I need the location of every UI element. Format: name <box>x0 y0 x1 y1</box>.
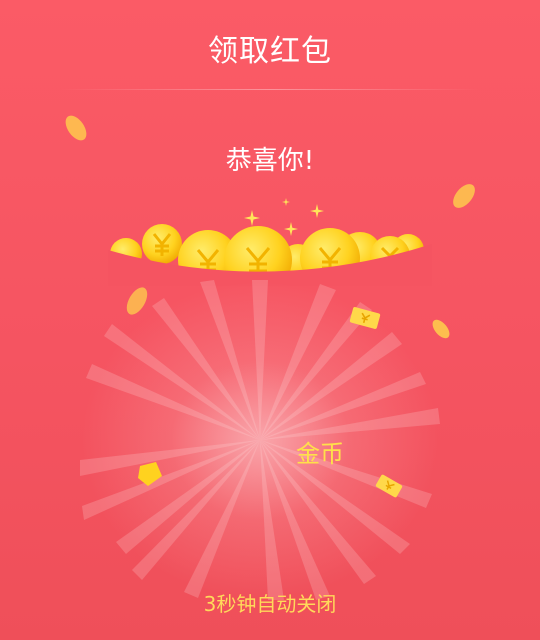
falling-money-note-icon <box>349 307 381 329</box>
coin-pile-icon <box>108 224 432 286</box>
falling-money-note-icon <box>375 474 403 498</box>
header-divider <box>60 89 480 90</box>
light-rays <box>80 280 440 600</box>
page-title: 领取红包 <box>208 34 332 69</box>
falling-coin-icon <box>126 287 148 315</box>
auto-close-hint: 3秒钟自动关闭 <box>203 592 337 616</box>
falling-coin-icon <box>453 184 475 208</box>
falling-coin-icon <box>65 115 87 141</box>
falling-coin-icon <box>138 462 162 486</box>
reward-label: 金币 <box>296 440 344 468</box>
congrats-text: 恭喜你! <box>225 146 315 176</box>
falling-coin-icon <box>432 319 450 339</box>
